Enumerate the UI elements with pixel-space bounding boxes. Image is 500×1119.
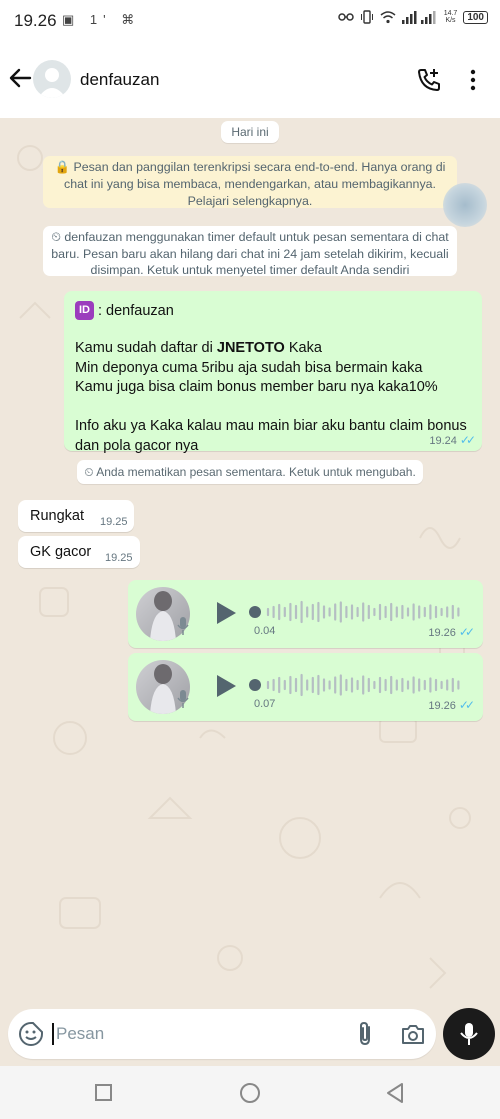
message-meta: 19.24 ✓✓	[429, 433, 476, 447]
date-chip: Hari ini	[221, 121, 279, 143]
back-arrow-icon[interactable]	[6, 64, 34, 92]
chat-header: denfauzan	[0, 42, 500, 118]
battery-indicator: 100	[463, 10, 488, 24]
message-input[interactable]: Pesan	[52, 1023, 336, 1045]
id-badge-icon: ID	[75, 301, 94, 320]
recents-button[interactable]	[95, 1084, 112, 1101]
incoming-message-text: Rungkat	[30, 508, 85, 524]
voice-time: 19.26	[428, 700, 456, 712]
emoji-icon[interactable]	[18, 1021, 44, 1047]
disappearing-off-notice[interactable]: ⏲ Anda mematikan pesan sementara. Ketuk …	[77, 460, 423, 484]
wifi-icon	[380, 10, 396, 23]
message-id-text: : denfauzan	[98, 302, 174, 319]
read-ticks-icon: ✓✓	[458, 698, 475, 712]
chat-area[interactable]: Hari ini 🔒 Pesan dan panggilan terenkrip…	[0, 118, 500, 1008]
voice-note-message[interactable]: 0.04 19.26 ✓✓	[128, 580, 483, 648]
mic-icon	[177, 617, 189, 635]
more-options-icon[interactable]	[468, 68, 478, 92]
message-body-prefix: Kamu sudah daftar di	[75, 340, 217, 356]
voice-duration: 0.04	[254, 625, 276, 637]
default-avatar-icon	[38, 68, 66, 98]
disappearing-timer-notice[interactable]: ⏲ denfauzan menggunakan timer default un…	[43, 226, 457, 277]
home-button[interactable]	[240, 1083, 260, 1103]
nav-back-icon[interactable]	[385, 1082, 405, 1104]
floating-blur-bubble	[443, 183, 487, 227]
key-icon	[337, 13, 354, 21]
message-composer: Pesan	[8, 1009, 436, 1059]
encryption-notice[interactable]: 🔒 Pesan dan panggilan terenkripsi secara…	[43, 156, 457, 208]
vibrate-icon	[360, 10, 373, 24]
network-speed: 14.7 K/s	[443, 10, 458, 24]
voice-time: 19.26	[428, 627, 456, 639]
status-bar: 19.26 ▣ 1' ⌘ 14.7 K/s 100	[0, 0, 500, 42]
incoming-message[interactable]: GK gacor 19.25	[18, 536, 140, 568]
message-body-brand: JNETOTO	[216, 340, 285, 356]
message-id-line: ID : denfauzan	[75, 301, 174, 320]
play-icon[interactable]	[214, 600, 238, 626]
message-body-rest: Min deponya cuma 5ribu aja sudah bisa be…	[75, 359, 467, 454]
add-call-icon[interactable]	[416, 67, 442, 93]
voice-meta: 19.26 ✓✓	[428, 698, 475, 712]
status-left-icons: ▣ 1' ⌘	[62, 12, 141, 27]
read-ticks-icon: ✓✓	[459, 433, 476, 447]
contact-avatar[interactable]	[33, 60, 71, 98]
play-icon[interactable]	[214, 673, 238, 699]
incoming-message-time: 19.25	[100, 516, 128, 528]
status-right-icons: 14.7 K/s 100	[337, 10, 488, 24]
message-body-suffix: Kaka	[284, 340, 322, 356]
contact-name[interactable]: denfauzan	[80, 70, 159, 90]
mic-icon	[177, 690, 189, 708]
voice-note-message[interactable]: 0.07 19.26 ✓✓	[128, 653, 483, 721]
camera-icon[interactable]	[400, 1022, 426, 1046]
voice-record-button[interactable]	[443, 1008, 495, 1060]
outgoing-message[interactable]: ID : denfauzan Kamu sudah daftar di JNET…	[64, 291, 482, 454]
mic-icon	[460, 1023, 478, 1045]
incoming-message[interactable]: Rungkat 19.25	[18, 500, 134, 532]
signal-icon	[401, 11, 436, 24]
voice-meta: 19.26 ✓✓	[428, 625, 475, 639]
message-time: 19.24	[429, 435, 457, 447]
voice-duration: 0.07	[254, 698, 276, 710]
read-ticks-icon: ✓✓	[458, 625, 475, 639]
incoming-message-time: 19.25	[105, 552, 133, 564]
system-nav-bar	[0, 1066, 500, 1119]
status-time: 19.26	[14, 11, 57, 30]
message-body: Kamu sudah daftar di JNETOTO Kaka Min de…	[75, 339, 475, 456]
incoming-message-text: GK gacor	[30, 544, 92, 560]
attach-icon[interactable]	[354, 1021, 376, 1047]
